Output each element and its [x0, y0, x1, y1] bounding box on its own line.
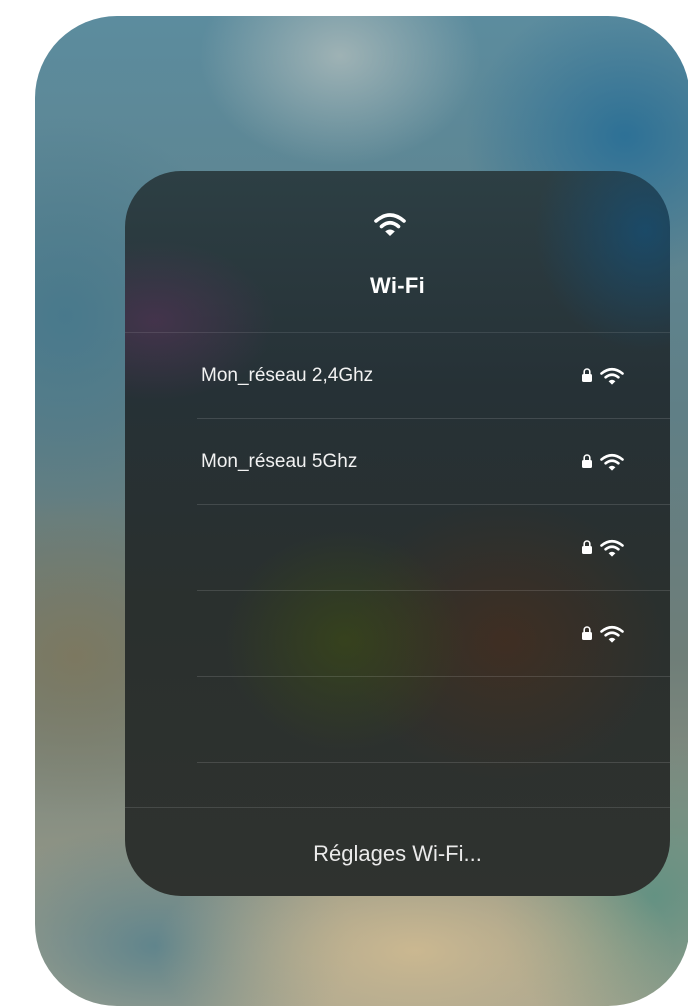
lock-icon: [582, 368, 592, 382]
wifi-signal-icon: [600, 539, 624, 557]
wifi-panel: Wi-Fi Mon_réseau 2,4Ghz Mon_réseau 5Ghz: [125, 171, 670, 896]
network-row[interactable]: [197, 677, 670, 763]
wifi-signal-icon: [600, 453, 624, 471]
network-name: Mon_réseau 5Ghz: [201, 451, 358, 472]
lock-icon: [582, 454, 592, 468]
lock-icon: [582, 540, 592, 554]
device-background: Wi-Fi Mon_réseau 2,4Ghz Mon_réseau 5Ghz: [35, 16, 688, 1006]
wifi-signal-icon: [600, 367, 624, 385]
network-name: Mon_réseau 2,4Ghz: [201, 365, 374, 386]
wifi-icon: [374, 213, 406, 236]
network-row[interactable]: Mon_réseau 2,4Ghz: [197, 333, 670, 419]
wifi-signal-icon: [600, 625, 624, 643]
network-row[interactable]: [197, 505, 670, 591]
network-row[interactable]: [197, 591, 670, 677]
lock-icon: [582, 626, 592, 640]
network-row[interactable]: Mon_réseau 5Ghz: [197, 419, 670, 505]
network-row[interactable]: [197, 763, 670, 807]
wifi-settings-button[interactable]: Réglages Wi-Fi...: [125, 808, 670, 896]
wifi-header: Wi-Fi: [125, 171, 670, 331]
page-title: Wi-Fi: [369, 273, 426, 298]
